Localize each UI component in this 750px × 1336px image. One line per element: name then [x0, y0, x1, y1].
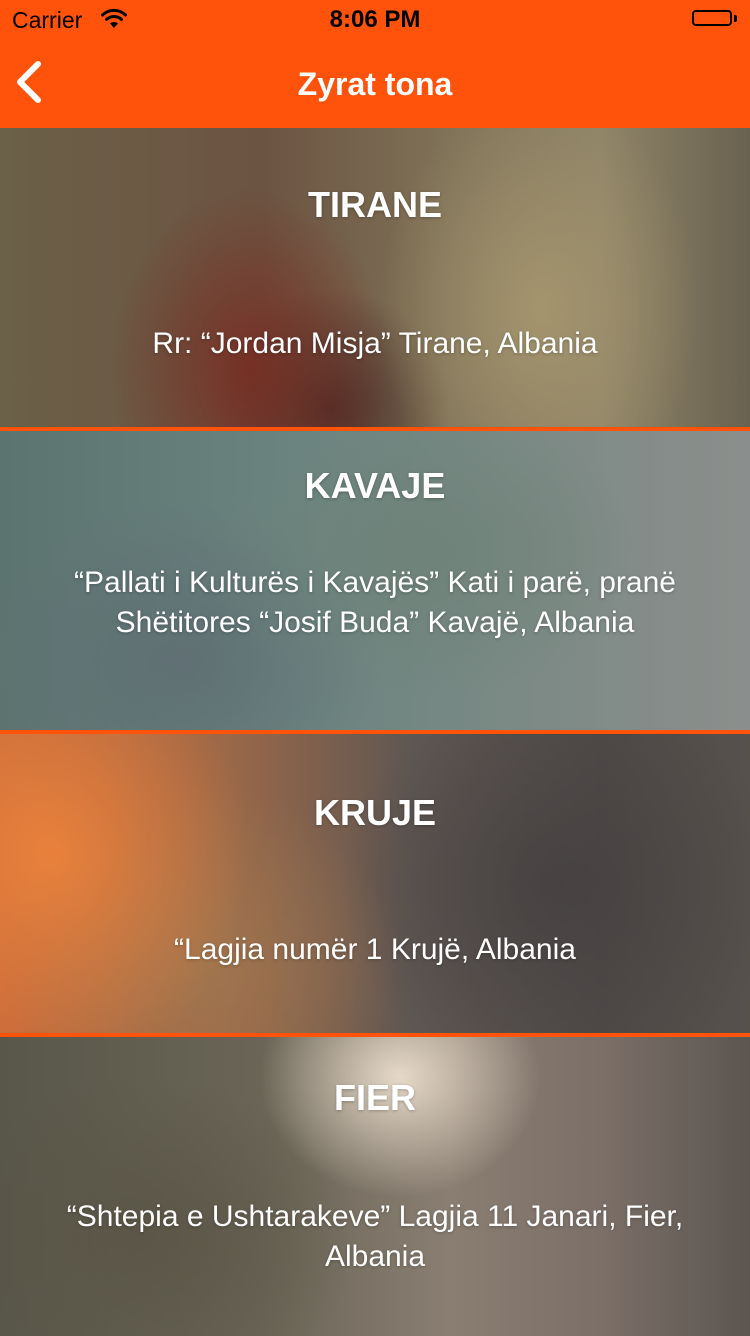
office-city: FIER [333, 1077, 416, 1118]
office-address: “Lagjia numër 1 Krujë, Albania [174, 933, 576, 966]
offices-list: TIRANE Rr: “Jordan Misja” Tirane, Albani… [0, 128, 750, 1336]
status-bar: Carrier 8:06 PM [0, 0, 750, 40]
office-city: KAVAJE [304, 465, 446, 506]
office-address: “Pallati i Kulturës i Kavajës” Kati i pa… [74, 566, 676, 639]
office-card-kruje[interactable]: KRUJE “Lagjia numër 1 Krujë, Albania [0, 734, 750, 1033]
battery-icon [692, 10, 738, 30]
office-card-tirane[interactable]: TIRANE Rr: “Jordan Misja” Tirane, Albani… [0, 128, 750, 427]
office-city: TIRANE [308, 184, 442, 225]
status-time: 8:06 PM [329, 6, 421, 33]
office-address: Rr: “Jordan Misja” Tirane, Albania [152, 327, 598, 360]
office-card-fier[interactable]: FIER “Shtepia e Ushtarakeve” Lagjia 11 J… [0, 1037, 750, 1336]
page-title: Zyrat tona [297, 66, 453, 102]
office-address: “Shtepia e Ushtarakeve” Lagjia 11 Janari… [66, 1200, 684, 1273]
office-city: KRUJE [313, 792, 437, 833]
office-card-kavaje[interactable]: KAVAJE “Pallati i Kulturës i Kavajës” Ka… [0, 431, 750, 730]
navigation-bar: Zyrat tona [0, 40, 750, 128]
